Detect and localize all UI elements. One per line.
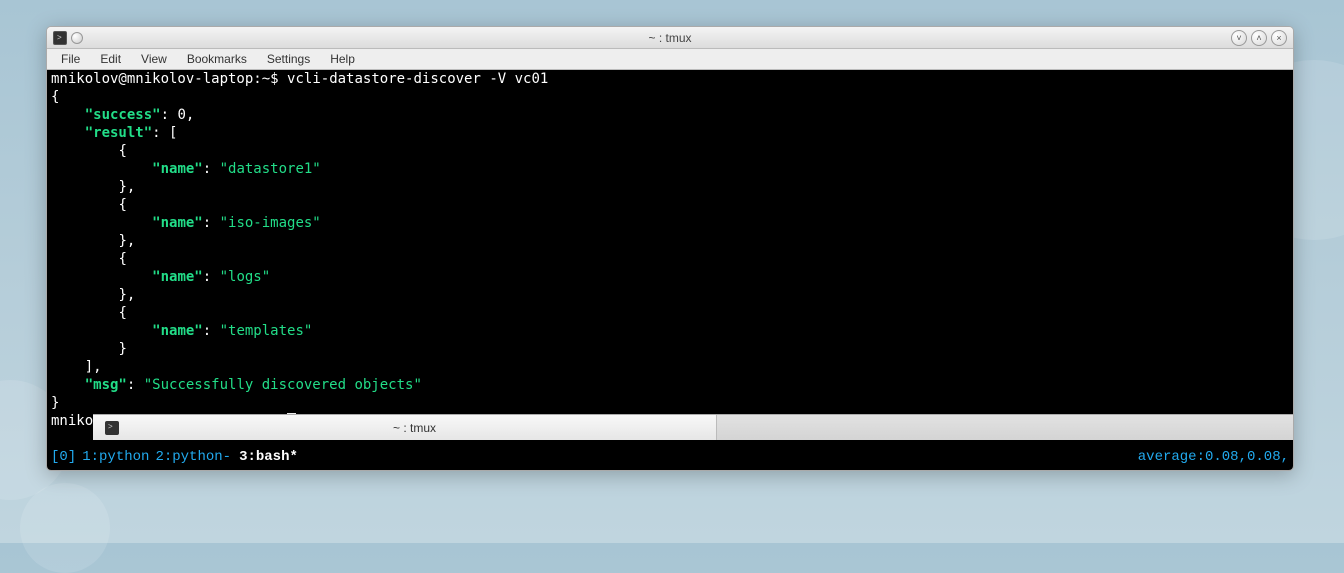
tmux-window-2[interactable]: 2:python-: [155, 448, 231, 466]
terminal-output[interactable]: mnikolov@mnikolov-laptop:~$ vcli-datasto…: [47, 70, 1293, 470]
tmux-window-1[interactable]: 1:python: [82, 448, 149, 466]
menu-bookmarks[interactable]: Bookmarks: [177, 50, 257, 68]
terminal-icon: [105, 421, 119, 435]
tmux-session[interactable]: [0]: [51, 448, 76, 466]
titlebar[interactable]: ~ : tmux ˅ ˄ ×: [47, 27, 1293, 49]
maximize-button[interactable]: ˄: [1251, 30, 1267, 46]
titlebar-dot-icon: [71, 32, 83, 44]
window-title: ~ : tmux: [648, 31, 691, 45]
taskbar-item-tmux[interactable]: ~ : tmux: [93, 415, 717, 440]
menu-edit[interactable]: Edit: [90, 50, 131, 68]
taskbar-item-label: ~ : tmux: [125, 421, 704, 435]
prompt-user: mnikolov@mnikolov-laptop: [51, 71, 253, 87]
minimize-button[interactable]: ˅: [1231, 30, 1247, 46]
menu-help[interactable]: Help: [320, 50, 365, 68]
tmux-load-average: average:0.08,0.08,: [1138, 448, 1289, 466]
taskbar: ~ : tmux: [93, 414, 1294, 440]
tmux-window-3[interactable]: 3:bash*: [239, 448, 298, 466]
menu-settings[interactable]: Settings: [257, 50, 320, 68]
close-button[interactable]: ×: [1271, 30, 1287, 46]
command-text: vcli-datastore-discover -V vc01: [287, 71, 548, 87]
taskbar-empty-slot: [717, 415, 1294, 440]
menu-file[interactable]: File: [51, 50, 90, 68]
terminal-window: ~ : tmux ˅ ˄ × File Edit View Bookmarks …: [46, 26, 1294, 471]
menu-view[interactable]: View: [131, 50, 177, 68]
terminal-app-icon: [53, 31, 67, 45]
menubar: File Edit View Bookmarks Settings Help: [47, 49, 1293, 70]
